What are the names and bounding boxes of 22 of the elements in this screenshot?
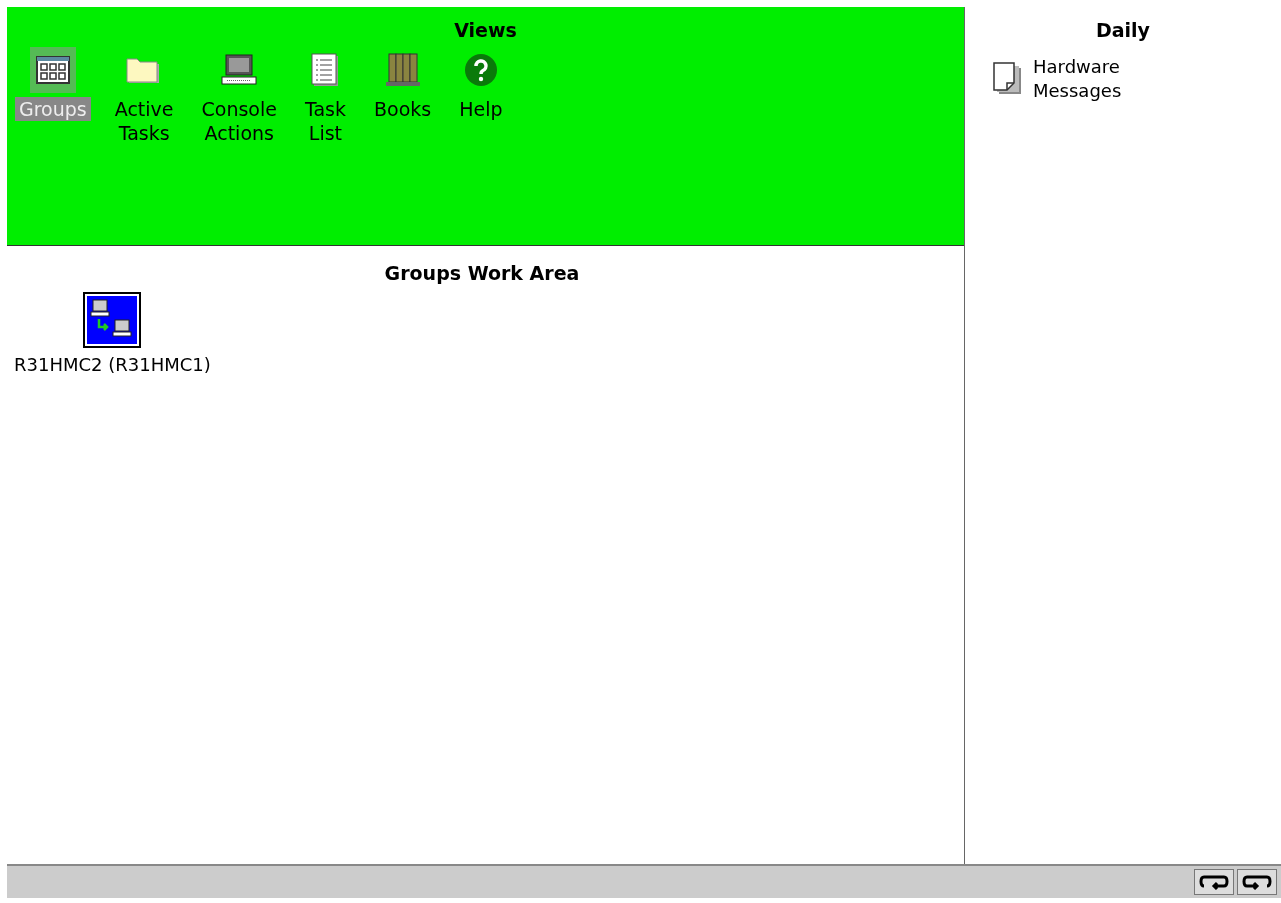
loop-arrow-icon <box>1198 874 1230 890</box>
views-title: Views <box>453 18 518 41</box>
grid-icon[interactable] <box>35 56 70 84</box>
work-area-title: Groups Work Area <box>383 261 581 284</box>
view-item[interactable]: Task List <box>300 97 350 145</box>
document-list-icon[interactable] <box>311 53 340 87</box>
view-item[interactable]: Console Actions <box>197 97 281 145</box>
view-item[interactable]: Books <box>370 97 436 121</box>
wrap-right-button[interactable] <box>1237 869 1277 895</box>
computer-icon[interactable] <box>221 54 258 86</box>
object-label[interactable]: R31HMC2 (R31HMC1) <box>14 354 211 375</box>
task-link[interactable]: Hardware Messages <box>1033 55 1122 103</box>
loop-arrow-icon <box>1241 874 1273 890</box>
view-item[interactable]: Help <box>455 97 507 121</box>
computers-transfer-icon <box>87 296 138 344</box>
books-icon[interactable] <box>384 53 421 87</box>
wrap-left-button[interactable] <box>1194 869 1234 895</box>
view-item[interactable]: Active Tasks <box>110 97 178 145</box>
object-frame[interactable] <box>83 292 142 348</box>
daily-title: Daily <box>1095 18 1151 41</box>
help-icon[interactable] <box>463 53 498 87</box>
document-stack-icon[interactable] <box>993 62 1023 96</box>
